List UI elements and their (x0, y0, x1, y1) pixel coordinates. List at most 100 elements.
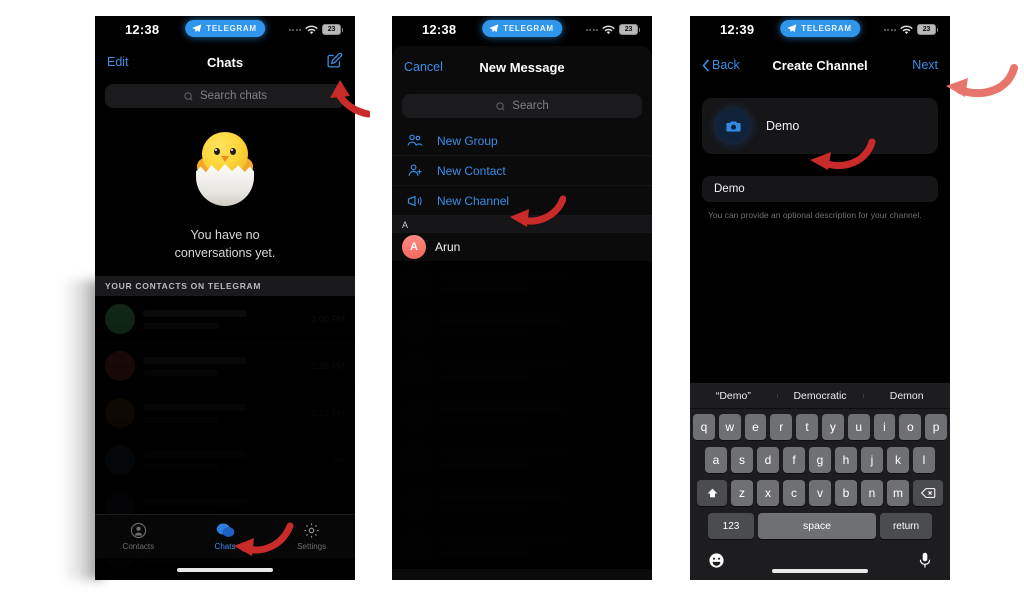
menu-item-new-group[interactable]: New Group (392, 126, 652, 156)
brand-badge-label: TELEGRAM (503, 24, 554, 33)
battery-level: 23 (922, 26, 931, 33)
nav-bar-new-message: Cancel New Message (392, 46, 652, 88)
space-key[interactable]: space (758, 513, 876, 539)
backspace-key[interactable] (913, 480, 943, 506)
key-t[interactable]: t (796, 414, 818, 440)
tab-chats[interactable]: Chats (182, 522, 269, 551)
contact-name (440, 405, 566, 412)
compose-icon[interactable] (326, 52, 343, 72)
contact-row[interactable] (392, 349, 652, 393)
return-key[interactable]: return (880, 513, 932, 539)
contact-timestamp: 1:47 PM (311, 455, 345, 465)
key-e[interactable]: e (744, 414, 767, 440)
key-f[interactable]: f (783, 447, 805, 473)
back-button[interactable]: Back (702, 58, 740, 72)
contact-preview (440, 330, 531, 336)
key-j[interactable]: j (861, 447, 883, 473)
channel-description-input[interactable]: Demo (702, 176, 938, 202)
key-v[interactable]: v (809, 480, 831, 506)
key-k[interactable]: k (887, 447, 909, 473)
tab-bar: Contacts Chats Settings (95, 514, 355, 558)
keyboard-row-4[interactable]: 123 space return (693, 513, 947, 539)
contact-timestamp: 1:28 PM (311, 361, 345, 371)
emoji-key[interactable] (708, 552, 725, 574)
contact-row[interactable] (392, 261, 652, 305)
key-y[interactable]: y (822, 414, 844, 440)
contact-row-arun[interactable]: A Arun (392, 233, 652, 261)
key-w[interactable]: w (718, 414, 741, 440)
tab-contacts[interactable]: Contacts (95, 522, 182, 551)
dictation-key[interactable] (918, 552, 932, 574)
contact-row[interactable]: 1:47 PM (95, 437, 355, 484)
brand-badge-label: TELEGRAM (801, 24, 852, 33)
keyboard-row-2[interactable]: asdfghjkl (693, 447, 947, 473)
wifi-icon (900, 25, 913, 35)
key-h[interactable]: h (835, 447, 857, 473)
contact-timestamp: 1:00 PM (311, 314, 345, 324)
key-p[interactable]: p (925, 414, 947, 440)
tab-settings[interactable]: Settings (268, 522, 355, 551)
key-d[interactable]: d (757, 447, 779, 473)
avatar (402, 267, 432, 298)
key-b[interactable]: b (835, 480, 857, 506)
shift-key[interactable] (697, 480, 727, 506)
channel-name-value: Demo (766, 119, 800, 133)
key-i[interactable]: i (873, 414, 896, 440)
search-chats-input[interactable]: Search chats (105, 84, 345, 108)
wifi-icon (602, 25, 615, 35)
telegram-brand-badge: TELEGRAM (482, 20, 562, 37)
cancel-button[interactable]: Cancel (404, 60, 443, 74)
key-o[interactable]: o (899, 414, 922, 440)
menu-item-new-channel[interactable]: New Channel (392, 186, 652, 216)
suggestion-2[interactable]: Demon (863, 390, 950, 402)
next-button[interactable]: Next (912, 58, 938, 72)
contact-meta (432, 449, 642, 468)
key-r[interactable]: r (770, 414, 793, 440)
contact-row[interactable] (95, 578, 355, 580)
contact-meta (135, 356, 311, 376)
menu-item-label: New Contact (437, 163, 506, 178)
megaphone-icon (407, 195, 422, 206)
key-z[interactable]: z (731, 480, 753, 506)
channel-name-card[interactable]: Demo (702, 98, 938, 154)
key-l[interactable]: l (913, 447, 935, 473)
telegram-brand-badge: TELEGRAM (185, 20, 265, 37)
channel-description-value: Demo (714, 183, 745, 195)
key-n[interactable]: n (861, 480, 883, 506)
key-s[interactable]: s (731, 447, 753, 473)
camera-icon[interactable] (716, 109, 750, 143)
avatar (402, 531, 432, 562)
key-c[interactable]: c (783, 480, 805, 506)
contact-row[interactable] (392, 393, 652, 437)
keyboard-row-3[interactable]: zxcvbnm (693, 480, 947, 506)
contact-row[interactable] (392, 481, 652, 525)
obscured-contacts-list[interactable] (392, 261, 652, 569)
menu-item-new-contact[interactable]: New Contact (392, 156, 652, 186)
key-u[interactable]: u (847, 414, 870, 440)
contact-row[interactable]: 1:28 PM (95, 343, 355, 390)
contact-row[interactable]: 1:22 PM (95, 390, 355, 437)
keyboard-row-1[interactable]: qwertyuiop (693, 414, 947, 440)
contact-row[interactable] (392, 305, 652, 349)
contact-meta (135, 309, 311, 329)
phone-screen-create-channel: 12:39 TELEGRAM 23 Back Create Channel Ne… (690, 16, 950, 580)
contact-row[interactable] (392, 525, 652, 569)
suggestion-0[interactable]: “Demo” (690, 390, 777, 402)
channel-description-help: You can provide an optional description … (708, 210, 922, 220)
key-g[interactable]: g (809, 447, 831, 473)
search-input[interactable]: Search (402, 94, 642, 118)
key-q[interactable]: q (693, 414, 715, 440)
contact-row[interactable] (392, 437, 652, 481)
wifi-icon (305, 25, 318, 35)
contact-row[interactable]: 1:00 PM (95, 296, 355, 343)
battery-level: 23 (327, 26, 336, 33)
numbers-key[interactable]: 123 (708, 513, 754, 539)
nav-bar-chats: Edit Chats (95, 46, 355, 78)
suggestion-1[interactable]: Democratic (776, 390, 864, 402)
key-a[interactable]: a (705, 447, 727, 473)
key-x[interactable]: x (757, 480, 779, 506)
autocomplete-suggestions[interactable]: “Demo” Democratic Demon (690, 383, 950, 409)
signal-icon (585, 28, 598, 31)
key-m[interactable]: m (887, 480, 909, 506)
edit-button[interactable]: Edit (107, 55, 129, 69)
